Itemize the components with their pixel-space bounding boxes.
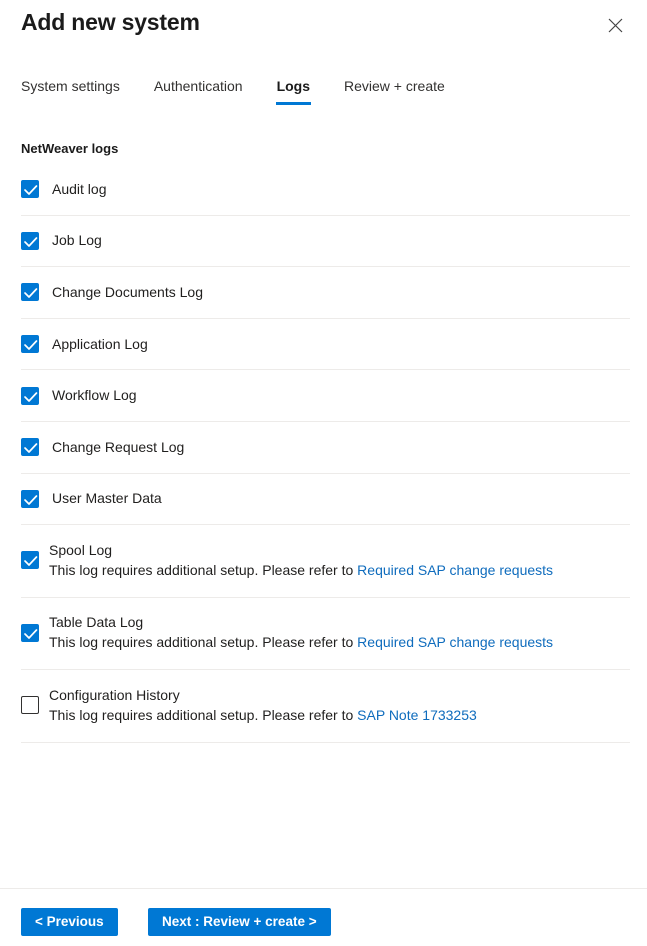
log-row-text: Job Log [52, 231, 102, 250]
log-description: This log requires additional setup. Plea… [49, 633, 553, 652]
log-label: Audit log [52, 180, 107, 197]
log-row-audit-log[interactable]: Audit log [21, 164, 630, 216]
log-row-text: Change Request Log [52, 438, 184, 457]
log-row-user-master-data[interactable]: User Master Data [21, 474, 630, 526]
checkbox-audit-log[interactable] [21, 180, 39, 199]
log-row-job-log[interactable]: Job Log [21, 216, 630, 268]
log-help-link[interactable]: SAP Note 1733253 [357, 707, 477, 723]
close-icon [608, 18, 623, 33]
tab-bar: System settings Authentication Logs Revi… [0, 74, 647, 114]
log-row-text: Table Data Log This log requires additio… [49, 613, 553, 652]
tab-system-settings[interactable]: System settings [21, 74, 120, 107]
tab-logs[interactable]: Logs [275, 74, 312, 107]
log-row-change-request-log[interactable]: Change Request Log [21, 422, 630, 474]
checkbox-workflow-log[interactable] [21, 386, 39, 405]
log-row-text: Audit log [52, 180, 106, 199]
log-label: Application Log [52, 335, 148, 352]
log-row-text: Application Log [52, 335, 148, 354]
log-description: This log requires additional setup. Plea… [49, 561, 553, 580]
log-label: Workflow Log [52, 387, 137, 404]
log-label: Table Data Log [49, 614, 144, 631]
checkbox-user-master-data[interactable] [21, 489, 39, 508]
close-button[interactable] [599, 9, 631, 41]
log-row-text: User Master Data [52, 489, 162, 508]
checkbox-change-documents-log[interactable] [21, 283, 39, 302]
log-description-text: This log requires additional setup. Plea… [49, 561, 358, 578]
checkbox-job-log[interactable] [21, 231, 39, 250]
log-description-text: This log requires additional setup. Plea… [49, 634, 358, 651]
log-label: User Master Data [52, 490, 162, 507]
log-row-table-data-log[interactable]: Table Data Log This log requires additio… [21, 598, 630, 671]
checkbox-configuration-history[interactable] [21, 696, 39, 715]
log-row-text: Configuration History This log requires … [49, 686, 477, 725]
log-row-change-documents-log[interactable]: Change Documents Log [21, 267, 630, 319]
log-label: Spool Log [49, 541, 113, 558]
log-row-spool-log[interactable]: Spool Log This log requires additional s… [21, 525, 630, 598]
previous-button[interactable]: < Previous [21, 908, 118, 936]
log-row-text: Spool Log This log requires additional s… [49, 541, 553, 580]
log-label: Change Request Log [52, 438, 185, 455]
log-row-application-log[interactable]: Application Log [21, 319, 630, 371]
log-row-configuration-history[interactable]: Configuration History This log requires … [21, 670, 630, 743]
panel-header: Add new system [0, 0, 647, 62]
panel-footer: < Previous Next : Review + create > [0, 888, 647, 946]
log-label: Configuration History [49, 686, 180, 703]
log-help-link[interactable]: Required SAP change requests [357, 562, 553, 578]
checkbox-change-request-log[interactable] [21, 438, 39, 457]
netweaver-logs-list: Audit log Job Log Change Documents Log A… [21, 164, 630, 743]
next-button[interactable]: Next : Review + create > [148, 908, 331, 936]
tab-authentication[interactable]: Authentication [154, 74, 243, 107]
log-row-workflow-log[interactable]: Workflow Log [21, 370, 630, 422]
checkbox-table-data-log[interactable] [21, 623, 39, 642]
section-title-netweaver-logs: NetWeaver logs [21, 141, 119, 156]
log-row-text: Change Documents Log [52, 283, 203, 302]
checkbox-spool-log[interactable] [21, 551, 39, 570]
log-description-text: This log requires additional setup. Plea… [49, 706, 358, 723]
checkbox-application-log[interactable] [21, 335, 39, 354]
log-help-link[interactable]: Required SAP change requests [357, 634, 553, 650]
log-label: Change Documents Log [52, 283, 203, 300]
page-title: Add new system [21, 9, 200, 35]
tab-review-create[interactable]: Review + create [344, 74, 445, 107]
log-row-text: Workflow Log [52, 386, 137, 405]
log-description: This log requires additional setup. Plea… [49, 706, 477, 725]
log-label: Job Log [52, 232, 102, 249]
